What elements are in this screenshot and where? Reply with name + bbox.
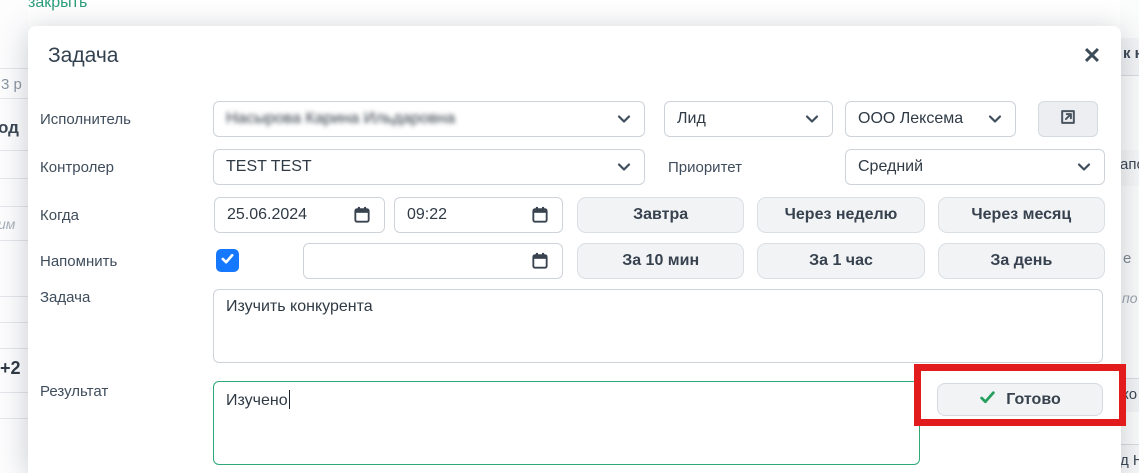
in-a-day-button[interactable]: За день (938, 243, 1105, 279)
background-person-add-fragment: +2 (0, 358, 21, 379)
divider (0, 178, 28, 179)
remind-quick-buttons: За 10 мин За 1 час За день (577, 243, 1105, 279)
background-left-strip: 3 р од им +2 (0, 0, 28, 473)
divider (0, 392, 28, 393)
in-a-week-button[interactable]: Через неделю (757, 197, 924, 233)
background-text-fragment: од (0, 118, 19, 138)
divider (0, 150, 28, 151)
divider (0, 348, 28, 349)
divider (0, 322, 28, 323)
close-link[interactable]: закрыть (28, 0, 87, 12)
remind-checkbox[interactable] (216, 249, 239, 272)
calendar-icon[interactable] (352, 205, 372, 225)
priority-value: Средний (858, 158, 1070, 176)
executor-select[interactable]: Насырова Карина Ильдаровна (213, 101, 645, 137)
remind-label: Напомнить (40, 243, 117, 279)
controller-label: Контролер (40, 149, 114, 185)
in-1-hour-button[interactable]: За 1 час (757, 243, 924, 279)
open-in-new-icon (1058, 107, 1078, 132)
chevron-down-icon (987, 111, 1003, 127)
divider (0, 240, 28, 241)
date-input[interactable]: 25.06.2024 (214, 197, 385, 233)
entity-type-value: Лид (677, 110, 798, 128)
executor-value: Насырова Карина Ильдаровна (226, 110, 610, 128)
priority-label: Приоритет (668, 149, 742, 185)
result-textarea[interactable]: Изучено (213, 381, 920, 465)
screen: 3 р од им +2 закрыть к н апо е по ко д Н… (0, 0, 1139, 473)
background-text-fragment: к н (1123, 45, 1139, 62)
close-icon[interactable]: ✕ (1078, 42, 1106, 70)
when-label: Когда (40, 197, 79, 233)
checkmark-icon (220, 251, 235, 271)
in-a-month-button[interactable]: Через месяц (938, 197, 1105, 233)
background-text-fragment: им (0, 216, 15, 232)
in-10-min-button[interactable]: За 10 мин (577, 243, 744, 279)
task-label: Задача (40, 279, 90, 315)
divider (0, 206, 28, 207)
calendar-icon[interactable] (530, 205, 550, 225)
time-input[interactable]: 09:22 (394, 197, 563, 233)
company-value: ООО Лексема (858, 110, 981, 128)
chevron-down-icon (616, 111, 632, 127)
task-textarea[interactable]: Изучить конкурента (213, 289, 1103, 363)
calendar-icon[interactable] (530, 251, 550, 271)
divider (0, 418, 28, 419)
chevron-down-icon (616, 159, 632, 175)
executor-label: Исполнитель (40, 101, 131, 137)
company-select[interactable]: ООО Лексема (845, 101, 1016, 137)
task-text: Изучить конкурента (226, 298, 373, 315)
divider (0, 68, 28, 69)
background-text-fragment: 3 р (1, 76, 22, 93)
controller-select[interactable]: TEST TEST (213, 149, 645, 185)
background-text-fragment: д Н (1120, 452, 1139, 469)
chevron-down-icon (804, 111, 820, 127)
when-quick-buttons: Завтра Через неделю Через месяц (577, 197, 1105, 233)
annotation-red-box (914, 364, 1126, 426)
background-text-fragment: по (1122, 290, 1138, 306)
open-record-button[interactable] (1038, 101, 1098, 137)
background-text-fragment: е (1123, 250, 1131, 267)
remind-datetime-input[interactable] (303, 243, 563, 279)
controller-value: TEST TEST (226, 158, 610, 176)
date-value: 25.06.2024 (227, 206, 307, 224)
dialog-title: Задача (48, 44, 118, 68)
priority-select[interactable]: Средний (845, 149, 1105, 185)
text-caret (289, 390, 291, 409)
time-value: 09:22 (407, 206, 447, 224)
chevron-down-icon (1076, 159, 1092, 175)
divider (0, 296, 28, 297)
entity-type-select[interactable]: Лид (664, 101, 833, 137)
result-text: Изучено (226, 392, 288, 409)
divider (0, 98, 28, 99)
background-text-fragment: апо (1120, 156, 1139, 173)
tomorrow-button[interactable]: Завтра (577, 197, 744, 233)
result-label: Результат (40, 373, 108, 409)
